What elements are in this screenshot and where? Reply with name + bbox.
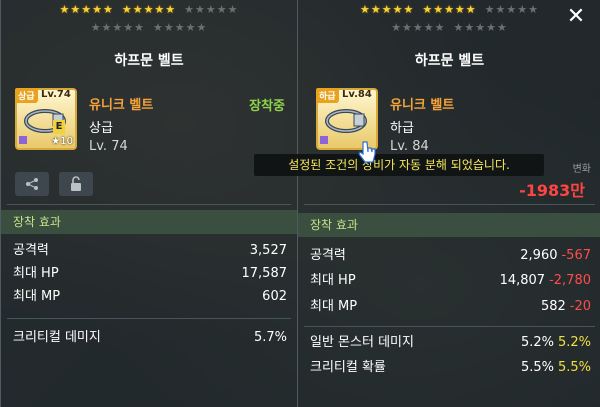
item-title: 하프문 벨트 — [114, 53, 184, 69]
stat-label: 최대 HP — [13, 266, 59, 281]
stat-value: 3,527 — [249, 243, 287, 258]
stat-diff: -2,780 — [549, 273, 591, 288]
hand-cursor-icon — [358, 141, 376, 163]
power-change-value: -1983만 — [519, 181, 585, 200]
stat-diff: 5.5% — [557, 360, 591, 375]
stat-label: 최대 MP — [310, 299, 358, 314]
auto-disassemble-toast: 설정된 조건의 장비가 자동 분해 되었습니다. — [254, 154, 544, 176]
belt-icon — [325, 109, 367, 133]
stat-value: 17,587 — [241, 266, 288, 281]
item-level: Lv. 84 — [390, 139, 429, 154]
stat-value: 582 — [540, 299, 566, 314]
star-icon: ★★★★★ — [121, 3, 177, 16]
item-grade: 하급 — [390, 121, 414, 136]
stat-value: 14,807 — [499, 273, 546, 288]
stat-label: 공격력 — [310, 248, 346, 263]
star-icon: ★★★★★ — [184, 3, 239, 16]
star-rating-row-1: ★★★★★ ★★★★★ ★★★★★ — [298, 3, 600, 17]
divider — [7, 318, 291, 319]
equipped-label: 장착중 — [249, 99, 285, 114]
item-icon: 상급 Lv.74 E ★10 — [15, 88, 77, 150]
stat-value: 5.5% — [520, 360, 554, 375]
current-item-panel: ★★★★★ ★★★★★ ★★★★★ ★★★★★ ★★★★★ 하프문 벨트 상급 … — [0, 0, 298, 407]
star-icon: ★★★★★ — [59, 3, 114, 16]
stat-value: 5.2% — [520, 335, 554, 350]
unlock-icon — [71, 176, 81, 191]
star-icon: ★★★★★ — [90, 21, 145, 34]
grade-tag: 하급 — [316, 88, 339, 103]
stat-row-attack: 공격력 2,960 -567 — [310, 245, 591, 267]
stat-row-normal-monster-damage: 일반 몬스터 데미지 5.2% 5.2% — [310, 332, 591, 354]
level-tag: Lv.74 — [41, 89, 71, 100]
star-icon: ★★★★★ — [360, 3, 415, 16]
stat-value: 2,960 — [520, 248, 558, 263]
grade-tag: 상급 — [15, 88, 38, 103]
stat-row-crit-rate: 크리티컬 확률 5.5% 5.5% — [310, 357, 591, 379]
equip-badge: E — [53, 120, 65, 134]
stat-diff: 5.2% — [557, 335, 591, 350]
share-icon — [26, 178, 38, 190]
divider — [304, 204, 595, 205]
item-name: 유니크 벨트 — [89, 98, 154, 113]
stat-row-crit-damage: 크리티컬 데미지 5.7% — [13, 327, 287, 349]
stat-diff: -20 — [569, 299, 591, 314]
item-level: Lv. 74 — [89, 139, 128, 154]
stat-label: 최대 MP — [13, 289, 61, 304]
stat-value: 5.7% — [253, 330, 287, 345]
star-level: ★10 — [51, 136, 73, 147]
star-icon: ★★★★★ — [484, 3, 539, 16]
compare-item-panel: ★★★★★ ★★★★★ ★★★★★ ★★★★★ ★★★★★ ✕ 하프문 벨트 하… — [297, 0, 600, 407]
star-rating-row-2: ★★★★★ ★★★★★ — [298, 21, 600, 35]
stat-diff: -567 — [561, 248, 591, 263]
power-change-label: 변화 — [572, 164, 591, 175]
star-icon: ★★★★★ — [391, 21, 446, 34]
divider — [304, 326, 595, 327]
level-tag: Lv.84 — [342, 89, 372, 100]
stat-label: 공격력 — [13, 243, 49, 258]
stat-row-mp: 최대 MP 602 — [13, 286, 287, 308]
stat-label: 최대 HP — [310, 273, 356, 288]
stat-row-hp: 최대 HP 17,587 — [13, 263, 287, 285]
stat-row-attack: 공격력 3,527 — [13, 240, 287, 262]
share-button[interactable] — [15, 172, 49, 196]
close-button[interactable]: ✕ — [565, 6, 587, 28]
lock-button[interactable] — [59, 172, 93, 196]
star-rating-row-2: ★★★★★ ★★★★★ — [1, 21, 297, 35]
divider — [7, 204, 291, 205]
section-header-effects: 장착 효과 — [298, 213, 600, 237]
item-title: 하프문 벨트 — [414, 53, 485, 69]
stat-label: 크리티컬 데미지 — [13, 330, 101, 345]
close-icon: ✕ — [566, 4, 586, 29]
stat-label: 크리티컬 확률 — [310, 360, 386, 375]
star-icon: ★★★★★ — [453, 21, 508, 34]
star-icon: ★★★★★ — [422, 3, 477, 16]
item-name: 유니크 벨트 — [390, 98, 455, 113]
stat-value: 602 — [262, 289, 287, 304]
set-marker — [19, 136, 27, 144]
section-header-effects: 장착 효과 — [1, 210, 297, 234]
stat-label: 일반 몬스터 데미지 — [310, 335, 414, 350]
stat-row-mp: 최대 MP 582 -20 — [310, 296, 591, 318]
set-marker — [320, 136, 328, 144]
star-rating-row-1: ★★★★★ ★★★★★ ★★★★★ — [1, 3, 297, 17]
stat-row-hp: 최대 HP 14,807 -2,780 — [310, 270, 591, 292]
star-icon: ★★★★★ — [153, 21, 208, 34]
item-grade: 상급 — [89, 121, 113, 136]
